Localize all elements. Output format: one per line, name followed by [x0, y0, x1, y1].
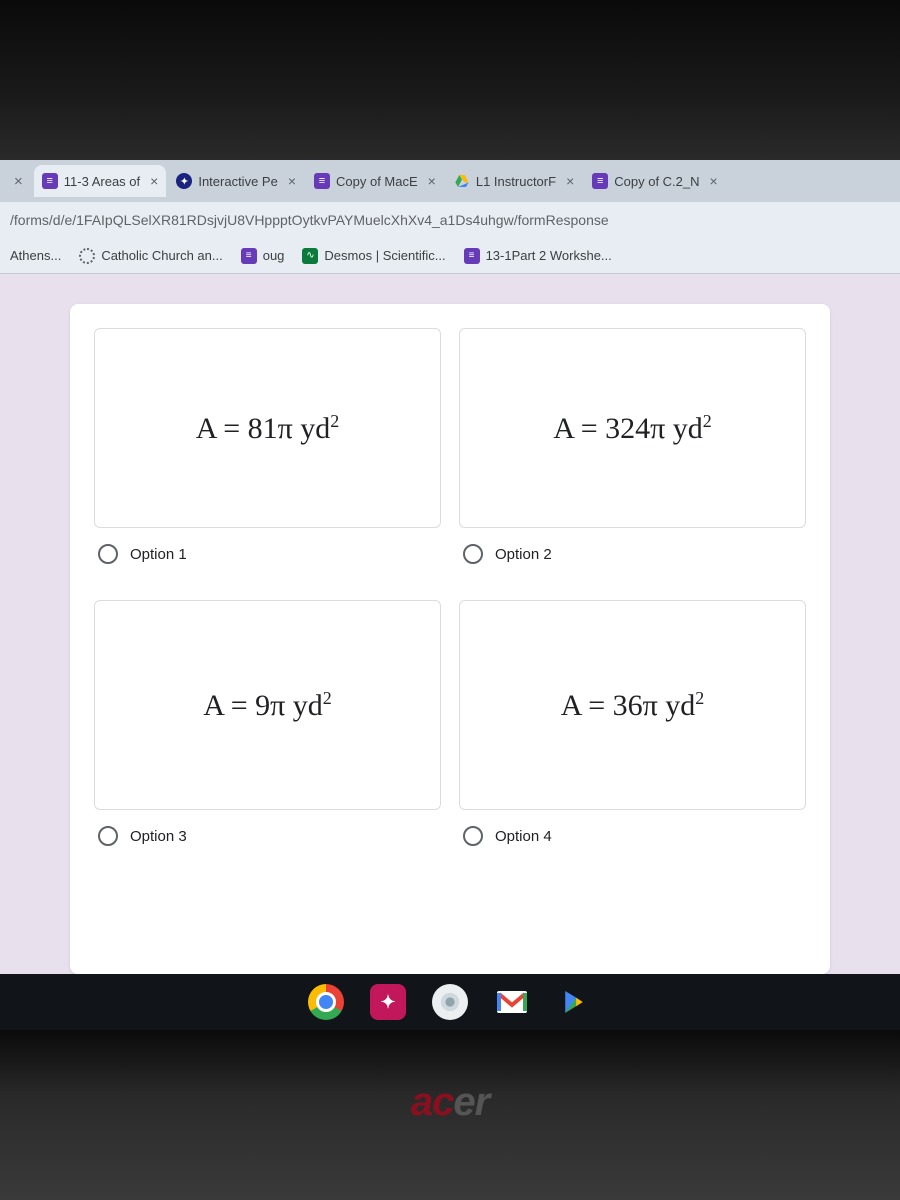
tab-label: L1 InstructorF — [476, 174, 556, 189]
radio-icon[interactable] — [463, 826, 483, 846]
option-3-cell: A = 9π yd2 Option 3 — [94, 600, 441, 864]
browser-tab-strip: × ≡ 11-3 Areas of × ✦ Interactive Pe × ≡… — [0, 160, 900, 202]
option-3-radio-row[interactable]: Option 3 — [94, 810, 441, 864]
radio-icon[interactable] — [463, 544, 483, 564]
chrome-icon[interactable] — [308, 984, 344, 1020]
laptop-keyboard-edge — [0, 0, 900, 160]
close-icon[interactable]: × — [566, 173, 574, 189]
option-label: Option 1 — [130, 546, 187, 563]
screen: × ≡ 11-3 Areas of × ✦ Interactive Pe × ≡… — [0, 160, 900, 1030]
tab-11-3-areas[interactable]: ≡ 11-3 Areas of × — [34, 165, 167, 197]
play-store-icon[interactable] — [556, 984, 592, 1020]
option-2-cell: A = 324π yd2 Option 2 — [459, 328, 806, 582]
option-1-cell: A = 81π yd2 Option 1 — [94, 328, 441, 582]
bookmark-13-1-worksheet[interactable]: ≡ 13-1Part 2 Workshe... — [464, 248, 612, 264]
google-forms-icon: ≡ — [241, 248, 257, 264]
option-2-image: A = 324π yd2 — [459, 328, 806, 528]
option-4-radio-row[interactable]: Option 4 — [459, 810, 806, 864]
option-4-cell: A = 36π yd2 Option 4 — [459, 600, 806, 864]
bookmark-label: oug — [263, 248, 285, 263]
google-forms-icon: ≡ — [464, 248, 480, 264]
option-label: Option 4 — [495, 828, 552, 845]
url-text: /forms/d/e/1FAIpQLSelXR81RDsjvjU8VHppptO… — [10, 212, 609, 228]
bookmark-desmos[interactable]: ∿ Desmos | Scientific... — [302, 248, 445, 264]
files-icon[interactable] — [432, 984, 468, 1020]
site-icon — [79, 248, 95, 264]
form-question-card: A = 81π yd2 Option 1 A = 324π yd2 Option… — [70, 304, 830, 974]
google-forms-icon: ≡ — [42, 173, 58, 189]
radio-icon[interactable] — [98, 826, 118, 846]
option-3-image: A = 9π yd2 — [94, 600, 441, 810]
desmos-icon: ∿ — [302, 248, 318, 264]
page-content: A = 81π yd2 Option 1 A = 324π yd2 Option… — [0, 274, 900, 974]
chromeos-shelf: ✦ — [0, 974, 900, 1030]
site-icon: ✦ — [176, 173, 192, 189]
bookmark-oug[interactable]: ≡ oug — [241, 248, 285, 264]
google-drive-icon — [454, 173, 470, 189]
app-icon[interactable]: ✦ — [370, 984, 406, 1020]
bookmark-label: Catholic Church an... — [101, 248, 222, 263]
tab-label: Copy of C.2_N — [614, 174, 699, 189]
close-icon[interactable]: × — [288, 173, 296, 189]
gmail-icon[interactable] — [494, 984, 530, 1020]
option-1-image: A = 81π yd2 — [94, 328, 441, 528]
option-1-radio-row[interactable]: Option 1 — [94, 528, 441, 582]
radio-icon[interactable] — [98, 544, 118, 564]
google-forms-icon: ≡ — [314, 173, 330, 189]
option-4-image: A = 36π yd2 — [459, 600, 806, 810]
close-icon[interactable]: × — [150, 173, 158, 189]
tab-l1-instructor[interactable]: L1 InstructorF × — [446, 165, 582, 197]
tab-label: 11-3 Areas of — [64, 174, 140, 189]
acer-logo: acer — [411, 1080, 489, 1125]
tab-label: Interactive Pe — [198, 174, 278, 189]
bookmark-athens[interactable]: Athens... — [10, 248, 61, 263]
formula-text: A = 9π yd2 — [203, 688, 332, 723]
bookmark-label: 13-1Part 2 Workshe... — [486, 248, 612, 263]
options-grid: A = 81π yd2 Option 1 A = 324π yd2 Option… — [94, 328, 806, 864]
bookmark-label: Desmos | Scientific... — [324, 248, 445, 263]
tab-copy-c2[interactable]: ≡ Copy of C.2_N × — [584, 165, 725, 197]
prev-tab-close-icon[interactable]: × — [4, 173, 33, 190]
laptop-bezel: acer — [0, 1030, 900, 1200]
url-bar[interactable]: /forms/d/e/1FAIpQLSelXR81RDsjvjU8VHppptO… — [0, 202, 900, 238]
bookmarks-bar: Athens... Catholic Church an... ≡ oug ∿ … — [0, 238, 900, 274]
formula-text: A = 324π yd2 — [553, 411, 712, 446]
option-2-radio-row[interactable]: Option 2 — [459, 528, 806, 582]
tab-copy-mace[interactable]: ≡ Copy of MacE × — [306, 165, 444, 197]
formula-text: A = 81π yd2 — [196, 411, 340, 446]
tab-interactive[interactable]: ✦ Interactive Pe × — [168, 165, 304, 197]
google-forms-icon: ≡ — [592, 173, 608, 189]
bookmark-catholic-church[interactable]: Catholic Church an... — [79, 248, 222, 264]
tab-label: Copy of MacE — [336, 174, 418, 189]
bookmark-label: Athens... — [10, 248, 61, 263]
option-label: Option 3 — [130, 828, 187, 845]
close-icon[interactable]: × — [710, 173, 718, 189]
option-label: Option 2 — [495, 546, 552, 563]
formula-text: A = 36π yd2 — [561, 688, 705, 723]
close-icon[interactable]: × — [428, 173, 436, 189]
